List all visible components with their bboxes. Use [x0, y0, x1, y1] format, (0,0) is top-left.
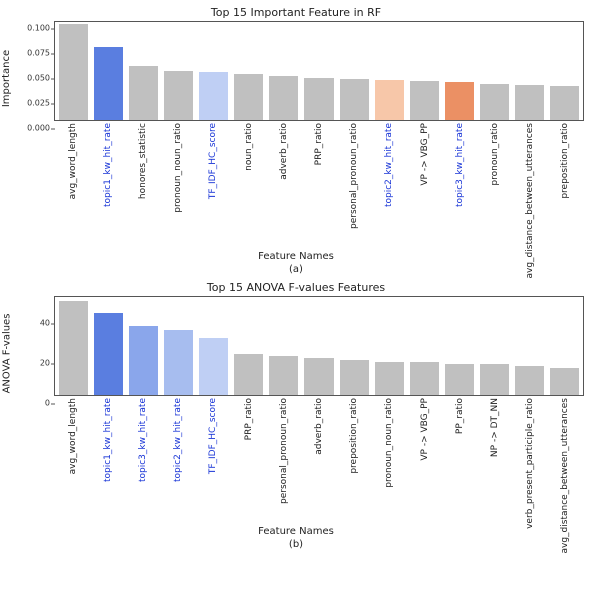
bar: [480, 364, 509, 395]
bar: [269, 356, 298, 395]
y-tick: 0.025: [27, 99, 50, 108]
x-tick-label: topic1_kw_hit_rate: [103, 123, 113, 207]
bar: [340, 360, 369, 395]
x-tick-label: topic2_kw_hit_rate: [384, 123, 394, 207]
bar: [550, 86, 579, 120]
y-tick: 40: [40, 319, 50, 328]
chart-a-plot: [54, 21, 584, 121]
y-tick: 0.000: [27, 124, 50, 133]
bar: [59, 24, 88, 120]
bar: [304, 358, 333, 395]
x-tick-label: avg_word_length: [68, 123, 78, 199]
chart-b-title: Top 15 ANOVA F-values Features: [0, 281, 592, 294]
x-tick-label: pronoun_noun_ratio: [384, 398, 394, 488]
x-tick-label: preposition_ratio: [560, 123, 570, 199]
bar: [269, 76, 298, 120]
bar: [375, 362, 404, 395]
chart-a-bars: [55, 22, 583, 120]
bar: [164, 330, 193, 395]
x-tick-label: adverb_ratio: [314, 398, 324, 455]
x-tick-label: noun_ratio: [244, 123, 254, 171]
bar: [445, 364, 474, 395]
x-tick-label: PRP_ratio: [244, 398, 254, 440]
chart-b-plot: [54, 296, 584, 396]
x-tick-label: TF_IDF_HC_score: [208, 123, 218, 199]
bar: [375, 80, 404, 120]
x-tick-label: avg_distance_between_utterances: [560, 398, 570, 554]
x-tick-label: honores_statistic: [138, 123, 148, 199]
x-tick-label: topic2_kw_hit_rate: [173, 398, 183, 482]
bar: [410, 362, 439, 395]
x-tick-label: personal_pronoun_ratio: [279, 398, 289, 504]
chart-a-xlabel: Feature Names: [0, 251, 592, 262]
x-tick-label: personal_pronoun_ratio: [349, 123, 359, 229]
bar: [340, 79, 369, 120]
x-tick-label: topic3_kw_hit_rate: [455, 123, 465, 207]
bar: [129, 326, 158, 395]
bar: [234, 74, 263, 120]
x-tick-label: PP_ratio: [455, 398, 465, 434]
chart-b-xlabel: Feature Names: [0, 526, 592, 537]
x-tick-label: pronoun_noun_ratio: [173, 123, 183, 213]
bar: [59, 301, 88, 395]
bar: [199, 338, 228, 395]
panel-b: Top 15 ANOVA F-values Features ANOVA F-v…: [0, 281, 592, 550]
y-tick: 0.075: [27, 49, 50, 58]
x-tick-label: avg_word_length: [68, 398, 78, 474]
x-tick-label: NP -> DT_NN: [490, 398, 500, 457]
bar: [129, 66, 158, 120]
x-tick-label: verb_present_participle_ratio: [525, 398, 535, 529]
bar: [94, 47, 123, 121]
bar: [550, 368, 579, 395]
y-tick: 20: [40, 359, 50, 368]
bar: [94, 313, 123, 395]
bar: [515, 366, 544, 395]
bar: [445, 82, 474, 120]
y-tick: 0.050: [27, 74, 50, 83]
bar: [199, 72, 228, 120]
x-tick-label: PRP_ratio: [314, 123, 324, 165]
bar: [515, 85, 544, 120]
x-tick-label: TF_IDF_HC_score: [208, 398, 218, 474]
x-tick-label: pronoun_ratio: [490, 123, 500, 186]
chart-b-bars: [55, 297, 583, 395]
y-tick: 0: [45, 399, 50, 408]
chart-b-sublabel: (b): [0, 539, 592, 550]
x-tick-label: avg_distance_between_utterances: [525, 123, 535, 279]
x-tick-label: VP -> VBG_PP: [420, 123, 430, 186]
chart-a-title: Top 15 Important Feature in RF: [0, 6, 592, 19]
chart-a-xticks: avg_word_length topic1_kw_hit_rate honores…: [54, 121, 584, 251]
x-tick-label: preposition_ratio: [349, 398, 359, 474]
bar: [480, 84, 509, 120]
bar: [304, 78, 333, 120]
x-tick-label: VP -> VBG_PP: [420, 398, 430, 461]
x-tick-label: topic1_kw_hit_rate: [103, 398, 113, 482]
x-tick-label: adverb_ratio: [279, 123, 289, 180]
chart-a-sublabel: (a): [0, 264, 592, 275]
chart-b-yticks: 02040: [0, 303, 54, 403]
chart-b-xticks: avg_word_length topic1_kw_hit_rate topic3_…: [54, 396, 584, 526]
chart-a-yticks: 0.0000.0250.0500.0750.100: [0, 28, 54, 128]
panel-a: Top 15 Important Feature in RF Importanc…: [0, 6, 592, 275]
bar: [164, 71, 193, 120]
x-tick-label: topic3_kw_hit_rate: [138, 398, 148, 482]
bar: [410, 81, 439, 120]
bar: [234, 354, 263, 395]
y-tick: 0.100: [27, 24, 50, 33]
